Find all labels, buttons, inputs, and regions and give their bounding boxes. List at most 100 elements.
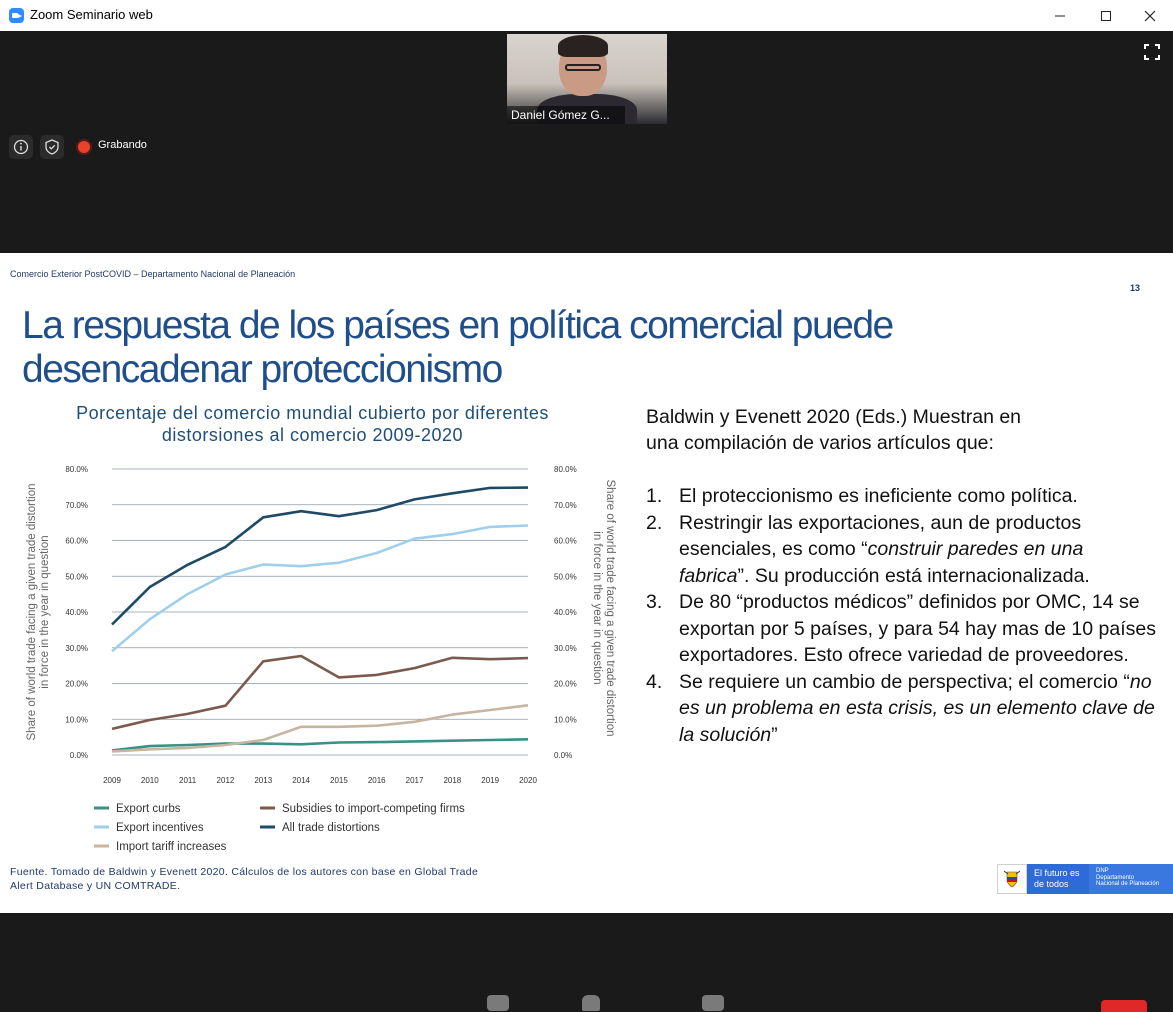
y-tick-label-right: 40.0% [554, 608, 577, 617]
y-axis-label-right: Share of world trade facing a given trad… [591, 480, 616, 737]
legend-label: All trade distortions [282, 822, 380, 834]
trade-distortion-chart: 0.0% 0.0% 10.0% 10.0% 20.0% 20.0% 30.0% 30.0% 40… [26, 465, 616, 853]
minimize-icon [1055, 15, 1065, 16]
dnp-acronym: DNP [1096, 868, 1109, 874]
y-tick-label-left: 30.0% [65, 644, 88, 653]
x-tick-label: 2009 [103, 776, 121, 785]
series-line [111, 654, 529, 731]
y-tick-label-right: 30.0% [554, 644, 577, 653]
intro-line-1: Baldwin y Evenett 2020 (Eds.) Muestran e… [646, 406, 1022, 428]
source-line-2: Alert Database y UN COMTRADE. [10, 880, 181, 892]
y-axis-label-left: Share of world trade facing a given trad… [26, 484, 51, 741]
info-icon[interactable] [9, 135, 33, 159]
window-titlebar: Zoom Seminario web [0, 0, 1173, 32]
dnp-badge: DNP Departamento Nacional de Planeación [1089, 864, 1173, 894]
point-item: 4. Se requiere un cambio de perspectiva;… [646, 669, 1156, 749]
y-tick-label-left: 20.0% [65, 680, 88, 689]
point-item: 1. El proteccionismo es ineficiente como… [646, 483, 1156, 510]
y-tick-label-right: 0.0% [554, 751, 572, 760]
y-tick-label-left: 10.0% [65, 715, 88, 724]
coat-of-arms-glyph [1003, 870, 1021, 888]
recording-icon [78, 141, 90, 153]
x-tick-label: 2014 [292, 776, 310, 785]
y-tick-label-right: 70.0% [554, 501, 577, 510]
intro-text: Baldwin y Evenett 2020 (Eds.) Muestran e… [646, 404, 1146, 456]
colombia-coat-of-arms-icon [997, 864, 1027, 894]
y-tick-label-right: 80.0% [554, 465, 577, 474]
shield-glyph [45, 139, 59, 155]
point-number: 3. [646, 591, 663, 613]
legend-label: Export curbs [116, 803, 181, 815]
meeting-area: Daniel Gómez G... Grabando [0, 31, 1173, 253]
point-item: 3. De 80 “productos médicos” definidos p… [646, 589, 1156, 669]
dnp-name-2: Nacional de Planeación [1096, 881, 1160, 887]
x-tick-label: 2011 [179, 776, 197, 785]
slide-title: La respuesta de los países en política c… [22, 304, 1122, 392]
x-tick-label: 2020 [519, 776, 537, 785]
point-number: 2. [646, 511, 663, 534]
y-axis-label-left-line-2: in force in the year in question [39, 535, 51, 688]
point-item: 2. Restringir las exportaciones, aun de … [646, 510, 1156, 590]
point-text-end: ”. Su producción está internacionalizada… [737, 564, 1090, 587]
points-list: 1. El proteccionismo es ineficiente como… [646, 483, 1156, 748]
raise-hand-icon[interactable] [582, 995, 600, 1011]
maximize-icon [1101, 10, 1111, 21]
y-tick-label-left: 70.0% [65, 501, 88, 510]
meeting-controls-bar [0, 913, 1173, 1012]
y-tick-label-right: 60.0% [554, 537, 577, 546]
fullscreen-icon[interactable] [1144, 44, 1160, 60]
participant-name: Daniel Gómez G... [507, 106, 625, 124]
maximize-button[interactable] [1083, 0, 1129, 31]
legend-label: Import tariff increases [116, 841, 227, 853]
close-button[interactable] [1127, 0, 1173, 31]
y-axis-label-right-line-2: in force in the year in question [591, 531, 603, 684]
chat-icon[interactable] [487, 995, 509, 1011]
participant-hair [558, 35, 608, 57]
info-glyph [13, 139, 29, 155]
y-tick-label-left: 0.0% [70, 751, 88, 760]
y-tick-label-left: 50.0% [65, 572, 88, 581]
series-line [111, 524, 529, 653]
slide-number: 13 [1130, 283, 1141, 293]
y-tick-label-left: 80.0% [65, 465, 88, 474]
shared-slide: Comercio Exterior PostCOVID – Departamen… [0, 253, 1173, 913]
dnp-logo: El futuro es de todos DNP Departamento N… [997, 864, 1173, 894]
close-icon [1144, 10, 1156, 21]
y-axis-label-right-line-1: Share of world trade facing a given trad… [604, 480, 616, 737]
x-tick-label: 2012 [217, 776, 235, 785]
y-tick-label-right: 50.0% [554, 572, 577, 581]
slide-header: Comercio Exterior PostCOVID – Departamen… [10, 269, 296, 279]
qa-icon[interactable] [702, 995, 724, 1011]
recording-label: Grabando [98, 139, 147, 151]
legend-label: Subsidies to import-competing firms [282, 803, 465, 815]
futuro-badge: El futuro es de todos [1027, 864, 1089, 894]
leave-button[interactable] [1101, 1000, 1147, 1012]
point-text-end: ” [771, 723, 778, 746]
y-tick-label-right: 10.0% [554, 715, 577, 724]
dnp-name-1: Departamento [1096, 874, 1135, 881]
point-number: 1. [646, 485, 663, 507]
minimize-button[interactable] [1037, 0, 1083, 31]
legend-label: Export incentives [116, 822, 204, 834]
chart-title-line-2: distorsiones al comercio 2009-2020 [161, 425, 464, 445]
source-line-1: Fuente. Tomado de Baldwin y Evenett 2020… [10, 866, 479, 878]
point-text: De 80 “productos médicos” definidos por … [679, 591, 1156, 666]
y-tick-label-right: 20.0% [554, 680, 577, 689]
chart-source: Fuente. Tomado de Baldwin y Evenett 2020… [10, 865, 570, 893]
zoom-icon [9, 8, 24, 23]
participant-glasses [565, 64, 601, 71]
x-tick-label: 2016 [368, 776, 386, 785]
y-axis-label-left-line-1: Share of world trade facing a given trad… [26, 484, 38, 741]
shield-icon[interactable] [40, 135, 64, 159]
slide-title-line-2: desencadenar proteccionismo [22, 348, 503, 391]
chart-title: Porcentaje del comercio mundial cubierto… [20, 402, 605, 446]
x-tick-label: 2010 [141, 776, 159, 785]
point-text: Se requiere un cambio de perspectiva; el… [679, 670, 1130, 693]
y-tick-label-left: 60.0% [65, 537, 88, 546]
point-text: El proteccionismo es ineficiente como po… [679, 485, 1078, 507]
x-tick-label: 2018 [443, 776, 461, 785]
y-tick-label-left: 40.0% [65, 608, 88, 617]
x-tick-label: 2013 [254, 776, 272, 785]
intro-line-2: una compilación de varios artículos que: [646, 432, 994, 454]
x-tick-label: 2019 [481, 776, 499, 785]
